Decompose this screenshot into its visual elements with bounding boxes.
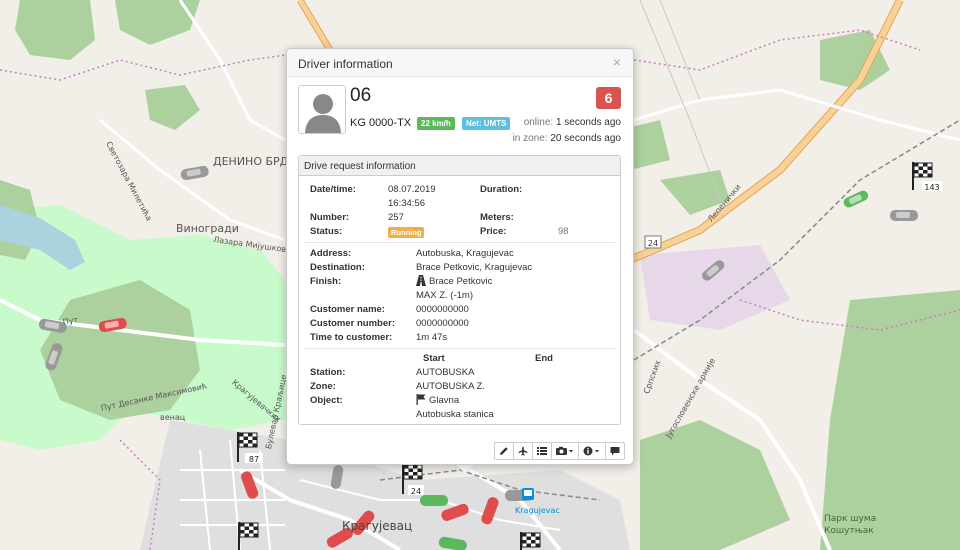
- address-value: Autobuska, Kragujevac: [416, 248, 514, 259]
- camera-icon[interactable]: [551, 442, 579, 460]
- place-label: ДЕНИНО БРДО: [213, 155, 297, 168]
- popup-header: Driver information ×: [287, 49, 633, 77]
- popup-title: Driver information: [298, 57, 393, 71]
- time-to-customer-value: 1m 47s: [416, 332, 448, 343]
- place-label: Парк шума: [824, 514, 877, 524]
- finish-label: Finish:: [310, 276, 342, 287]
- customer-name-label: Customer name:: [310, 304, 385, 315]
- status-badge: Running: [388, 227, 425, 238]
- inzone-value: 20 seconds ago: [550, 133, 621, 144]
- popup-toolbar: [494, 442, 625, 460]
- user-silhouette-icon: [299, 86, 345, 133]
- address-label: Address:: [310, 248, 352, 259]
- divider: [304, 242, 615, 243]
- start-header: Start: [423, 353, 445, 364]
- inzone-status: in zone: 20 seconds ago: [513, 133, 621, 144]
- object-label: Object:: [310, 395, 343, 406]
- panel-title: Drive request information: [299, 156, 620, 176]
- checkered-flag-icon[interactable]: [520, 532, 541, 550]
- online-label: online:: [523, 117, 554, 128]
- close-icon[interactable]: ×: [613, 55, 621, 69]
- list-icon[interactable]: [532, 442, 552, 460]
- time-value: 16:34:56: [388, 198, 425, 209]
- street-label: венац: [160, 413, 186, 422]
- popup-pointer: [456, 464, 474, 474]
- station-label: Station:: [310, 367, 346, 378]
- datetime-label: Date/time:: [310, 184, 356, 195]
- number-label: Number:: [310, 212, 350, 223]
- place-label: Крагујевац: [342, 519, 413, 533]
- count-badge: 6: [596, 87, 621, 109]
- status-label: Status:: [310, 226, 343, 237]
- flag-icon: [416, 394, 426, 408]
- driver-info-popup: Driver information × 06 KG 0000-TX 22 km…: [286, 48, 634, 465]
- meters-label: Meters:: [480, 212, 514, 223]
- station-label: Kragujevac: [515, 506, 560, 515]
- road-icon: [416, 275, 426, 289]
- driver-id: 06: [350, 85, 372, 106]
- customer-number-value: 0000000000: [416, 318, 469, 329]
- station-value: AUTOBUSKA: [416, 367, 475, 378]
- online-value: 1 seconds ago: [555, 117, 621, 128]
- drive-request-panel: Drive request information Date/time: 08.…: [298, 155, 621, 425]
- inzone-label: in zone:: [512, 133, 548, 144]
- object-sub-value: Autobuska stanica: [416, 409, 494, 420]
- place-label: Кошутњак: [824, 526, 874, 536]
- network-badge: Net: UMTS: [462, 117, 511, 130]
- avatar: [298, 85, 346, 134]
- finish-value: Brace Petkovic: [429, 276, 493, 287]
- time-to-customer-label: Time to customer:: [310, 332, 393, 343]
- plane-icon[interactable]: [513, 442, 533, 460]
- price-label: Price:: [480, 226, 507, 237]
- road-badge: 24: [644, 235, 662, 249]
- price-value: 98: [558, 226, 569, 237]
- speed-badge: 22 km/h: [417, 117, 455, 130]
- customer-number-label: Customer number:: [310, 318, 395, 329]
- svg-text:24: 24: [648, 239, 658, 248]
- info-icon[interactable]: [578, 442, 606, 460]
- customer-name-value: 0000000000: [416, 304, 469, 315]
- comment-icon[interactable]: [605, 442, 625, 460]
- date-value: 08.07.2019: [388, 184, 436, 195]
- object-value: Glavna: [429, 395, 460, 406]
- place-label: Виногради: [176, 222, 239, 235]
- finish-zone-value: MAX Z. (-1m): [416, 290, 473, 301]
- destination-label: Destination:: [310, 262, 365, 273]
- svg-text:87: 87: [249, 455, 259, 464]
- number-value: 257: [388, 212, 404, 223]
- car-icon[interactable]: [420, 495, 448, 506]
- car-icon[interactable]: [890, 210, 918, 221]
- end-header: End: [535, 353, 553, 364]
- zone-label: Zone:: [310, 381, 336, 392]
- svg-text:24: 24: [411, 487, 421, 496]
- svg-text:143: 143: [924, 183, 939, 192]
- pencil-icon[interactable]: [494, 442, 514, 460]
- destination-value: Brace Petkovic, Kragujevac: [416, 262, 533, 273]
- divider: [304, 348, 615, 349]
- bus-station-icon: [522, 488, 534, 500]
- duration-label: Duration:: [480, 184, 523, 195]
- online-status: online: 1 seconds ago: [524, 117, 621, 128]
- plate-number: KG 0000-TX: [350, 117, 412, 129]
- zone-value: AUTOBUSKA Z.: [416, 381, 485, 392]
